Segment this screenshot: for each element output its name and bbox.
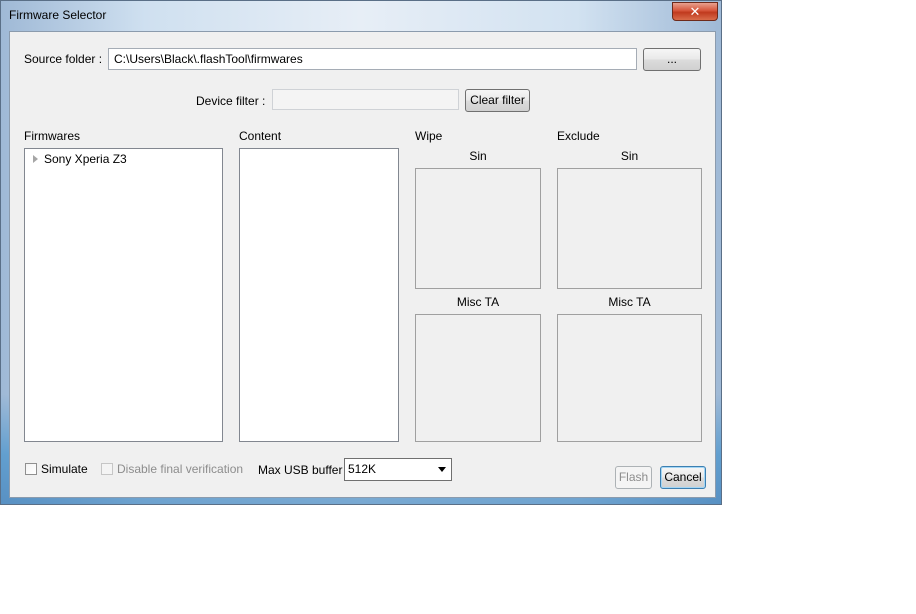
exclude-header: Exclude — [557, 129, 600, 143]
source-folder-label: Source folder : — [24, 52, 103, 66]
flash-button[interactable]: Flash — [615, 466, 652, 489]
exclude-misc-ta-list[interactable] — [557, 314, 702, 442]
usb-buffer-label: Max USB buffer — [258, 463, 343, 477]
tree-item-label: Sony Xperia Z3 — [44, 152, 127, 166]
content-header: Content — [239, 129, 282, 143]
wipe-misc-ta-list[interactable] — [415, 314, 541, 442]
wipe-sin-list[interactable] — [415, 168, 541, 289]
simulate-checkbox[interactable] — [25, 463, 37, 475]
device-filter-label: Device filter : — [196, 94, 266, 108]
dialog-client-area: Source folder : C:\Users\Black\.flashToo… — [9, 31, 716, 498]
firmwares-tree[interactable]: Sony Xperia Z3 — [24, 148, 223, 442]
cancel-button[interactable]: Cancel — [660, 466, 706, 489]
exclude-sin-list[interactable] — [557, 168, 702, 289]
simulate-label: Simulate — [41, 462, 88, 476]
usb-buffer-value: 512K — [348, 462, 377, 476]
firmware-selector-window: Firmware Selector ✕ Source folder : C:\U… — [0, 0, 722, 505]
expand-triangle-icon[interactable] — [33, 155, 38, 163]
tree-item-sony-xperia-z3[interactable]: Sony Xperia Z3 — [29, 152, 127, 166]
browse-folder-button[interactable]: ... — [643, 48, 701, 71]
window-title: Firmware Selector — [9, 8, 107, 22]
source-folder-input[interactable]: C:\Users\Black\.flashTool\firmwares — [108, 48, 637, 70]
clear-filter-button[interactable]: Clear filter — [465, 89, 530, 112]
window-close-button[interactable]: ✕ — [672, 2, 718, 21]
exclude-sin-label: Sin — [620, 149, 639, 163]
disable-final-verification-label: Disable final verification — [117, 462, 244, 476]
chevron-down-icon — [438, 467, 446, 472]
exclude-misc-ta-label: Misc TA — [608, 295, 651, 309]
wipe-header: Wipe — [415, 129, 443, 143]
device-filter-input[interactable] — [272, 89, 459, 110]
firmwares-header: Firmwares — [24, 129, 80, 143]
disable-final-verification-checkbox[interactable] — [101, 463, 113, 475]
wipe-misc-ta-label: Misc TA — [456, 295, 500, 309]
wipe-sin-label: Sin — [469, 149, 487, 163]
usb-buffer-select[interactable]: 512K — [344, 458, 452, 481]
content-list[interactable] — [239, 148, 399, 442]
close-icon: ✕ — [689, 3, 701, 19]
